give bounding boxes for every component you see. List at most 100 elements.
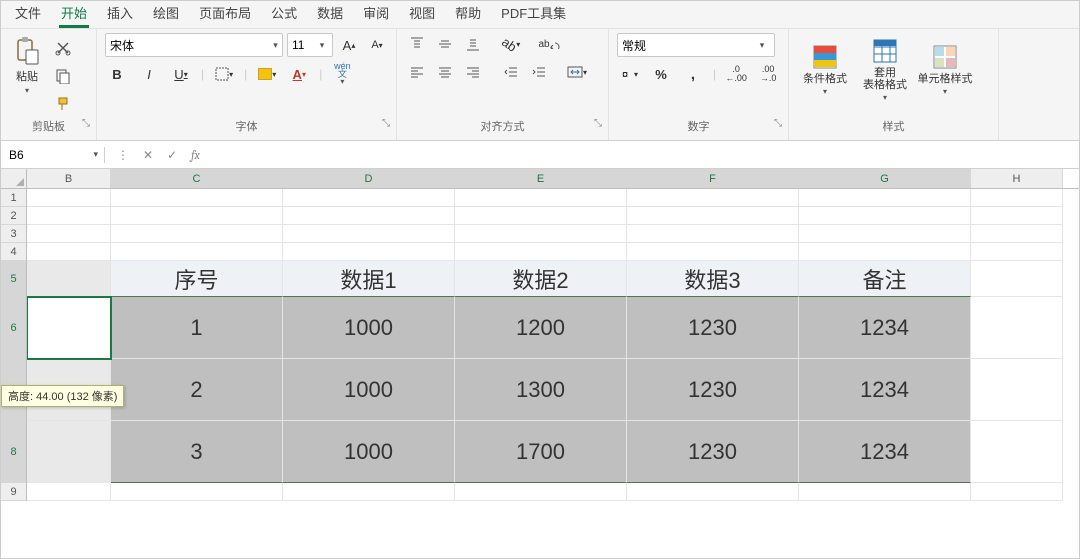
paste-button[interactable]: 粘贴 ▾ [9, 33, 45, 97]
cell-styles-button[interactable]: 单元格样式▾ [917, 33, 973, 105]
align-middle-button[interactable] [433, 33, 457, 55]
cell-B4[interactable] [27, 243, 111, 261]
comma-button[interactable]: , [681, 63, 705, 85]
cell-D9[interactable] [283, 483, 455, 501]
cell-H7[interactable] [971, 359, 1063, 421]
percent-button[interactable]: % [649, 63, 673, 85]
wrap-text-button[interactable]: ab [537, 33, 561, 55]
align-bottom-button[interactable] [461, 33, 485, 55]
tab-draw[interactable]: 绘图 [143, 0, 189, 28]
cell-F5[interactable]: 数据3 [627, 261, 799, 297]
cell-E5[interactable]: 数据2 [455, 261, 627, 297]
align-right-button[interactable] [461, 61, 485, 83]
cell-H3[interactable] [971, 225, 1063, 243]
cell-B2[interactable] [27, 207, 111, 225]
decrease-indent-button[interactable] [499, 61, 523, 83]
cell-B6[interactable] [27, 297, 111, 359]
cell-G5[interactable]: 备注 [799, 261, 971, 297]
increase-indent-button[interactable] [527, 61, 551, 83]
column-header-G[interactable]: G [799, 169, 971, 188]
cell-E8[interactable]: 1700 [455, 421, 627, 483]
column-header-C[interactable]: C [111, 169, 283, 188]
cell-B9[interactable] [27, 483, 111, 501]
cell-E7[interactable]: 1300 [455, 359, 627, 421]
increase-decimal-button[interactable]: .0←.00 [724, 63, 748, 85]
cell-C2[interactable] [111, 207, 283, 225]
chevron-down-icon[interactable]: ▾ [314, 40, 330, 51]
cell-B3[interactable] [27, 225, 111, 243]
cell-C4[interactable] [111, 243, 283, 261]
name-box-input[interactable] [7, 147, 77, 163]
cell-C5[interactable]: 序号 [111, 261, 283, 297]
cell-F7[interactable]: 1230 [627, 359, 799, 421]
row-header-5[interactable]: 5 [1, 261, 26, 297]
number-format-select[interactable]: ▾ [617, 33, 775, 57]
cell-H2[interactable] [971, 207, 1063, 225]
cell-C3[interactable] [111, 225, 283, 243]
name-box[interactable]: ▾ [1, 147, 105, 163]
grid[interactable]: 123456789 BCDEFGH 序号数据1数据2数据3备注110001200… [1, 169, 1079, 558]
cell-F8[interactable]: 1230 [627, 421, 799, 483]
format-as-table-button[interactable]: 套用 表格格式▾ [857, 33, 913, 105]
currency-button[interactable]: ¤▾ [617, 63, 641, 85]
cell-H9[interactable] [971, 483, 1063, 501]
cell-C8[interactable]: 3 [111, 421, 283, 483]
merge-cells-button[interactable]: ▾ [565, 61, 589, 83]
cell-F2[interactable] [627, 207, 799, 225]
column-header-H[interactable]: H [971, 169, 1063, 188]
select-all-corner[interactable] [1, 169, 27, 189]
orientation-button[interactable]: ab▾ [499, 33, 523, 55]
cell-D4[interactable] [283, 243, 455, 261]
cell-G6[interactable]: 1234 [799, 297, 971, 359]
tab-file[interactable]: 文件 [5, 0, 51, 28]
row-header-6[interactable]: 6 [1, 297, 26, 359]
cell-F3[interactable] [627, 225, 799, 243]
cell-G9[interactable] [799, 483, 971, 501]
cell-G1[interactable] [799, 189, 971, 207]
tab-formula[interactable]: 公式 [261, 0, 307, 28]
underline-button[interactable]: U ▾ [169, 63, 193, 85]
format-painter-button[interactable] [51, 93, 75, 115]
cell-E4[interactable] [455, 243, 627, 261]
cell-B8[interactable] [27, 421, 111, 483]
fill-color-button[interactable]: ▾ [255, 63, 279, 85]
align-dialog-launcher[interactable]: ⤡ [594, 118, 602, 129]
cell-C9[interactable] [111, 483, 283, 501]
cell-G7[interactable]: 1234 [799, 359, 971, 421]
cut-button[interactable] [51, 37, 75, 59]
row-header-1[interactable]: 1 [1, 189, 26, 207]
font-size-select[interactable]: ▾ [287, 33, 333, 57]
cell-G4[interactable] [799, 243, 971, 261]
cell-B5[interactable] [27, 261, 111, 297]
tab-home[interactable]: 开始 [51, 0, 97, 28]
number-format-input[interactable] [618, 38, 754, 52]
cell-C6[interactable]: 1 [111, 297, 283, 359]
row-header-9[interactable]: 9 [1, 483, 26, 501]
font-name-input[interactable] [106, 38, 269, 52]
decrease-decimal-button[interactable]: .00→.0 [756, 63, 780, 85]
column-header-F[interactable]: F [627, 169, 799, 188]
bold-button[interactable]: B [105, 63, 129, 85]
cell-D8[interactable]: 1000 [283, 421, 455, 483]
italic-button[interactable]: I [137, 63, 161, 85]
tab-data[interactable]: 数据 [307, 0, 353, 28]
fx-button[interactable]: fx [187, 148, 204, 162]
cancel-x-button[interactable]: ✕ [139, 148, 157, 162]
cancel-formula-button[interactable]: ⋮ [113, 148, 133, 162]
chevron-down-icon[interactable]: ▾ [93, 149, 98, 160]
cell-D3[interactable] [283, 225, 455, 243]
row-header-8[interactable]: 8 [1, 421, 26, 483]
cell-H5[interactable] [971, 261, 1063, 297]
increase-font-button[interactable]: A▴ [337, 34, 361, 56]
cell-H4[interactable] [971, 243, 1063, 261]
cell-E2[interactable] [455, 207, 627, 225]
font-name-select[interactable]: ▾ [105, 33, 283, 57]
row-header-3[interactable]: 3 [1, 225, 26, 243]
cell-H1[interactable] [971, 189, 1063, 207]
accept-check-button[interactable]: ✓ [163, 148, 181, 162]
cell-C1[interactable] [111, 189, 283, 207]
cell-B1[interactable] [27, 189, 111, 207]
decrease-font-button[interactable]: A▾ [365, 34, 389, 56]
tab-review[interactable]: 审阅 [353, 0, 399, 28]
cell-F1[interactable] [627, 189, 799, 207]
